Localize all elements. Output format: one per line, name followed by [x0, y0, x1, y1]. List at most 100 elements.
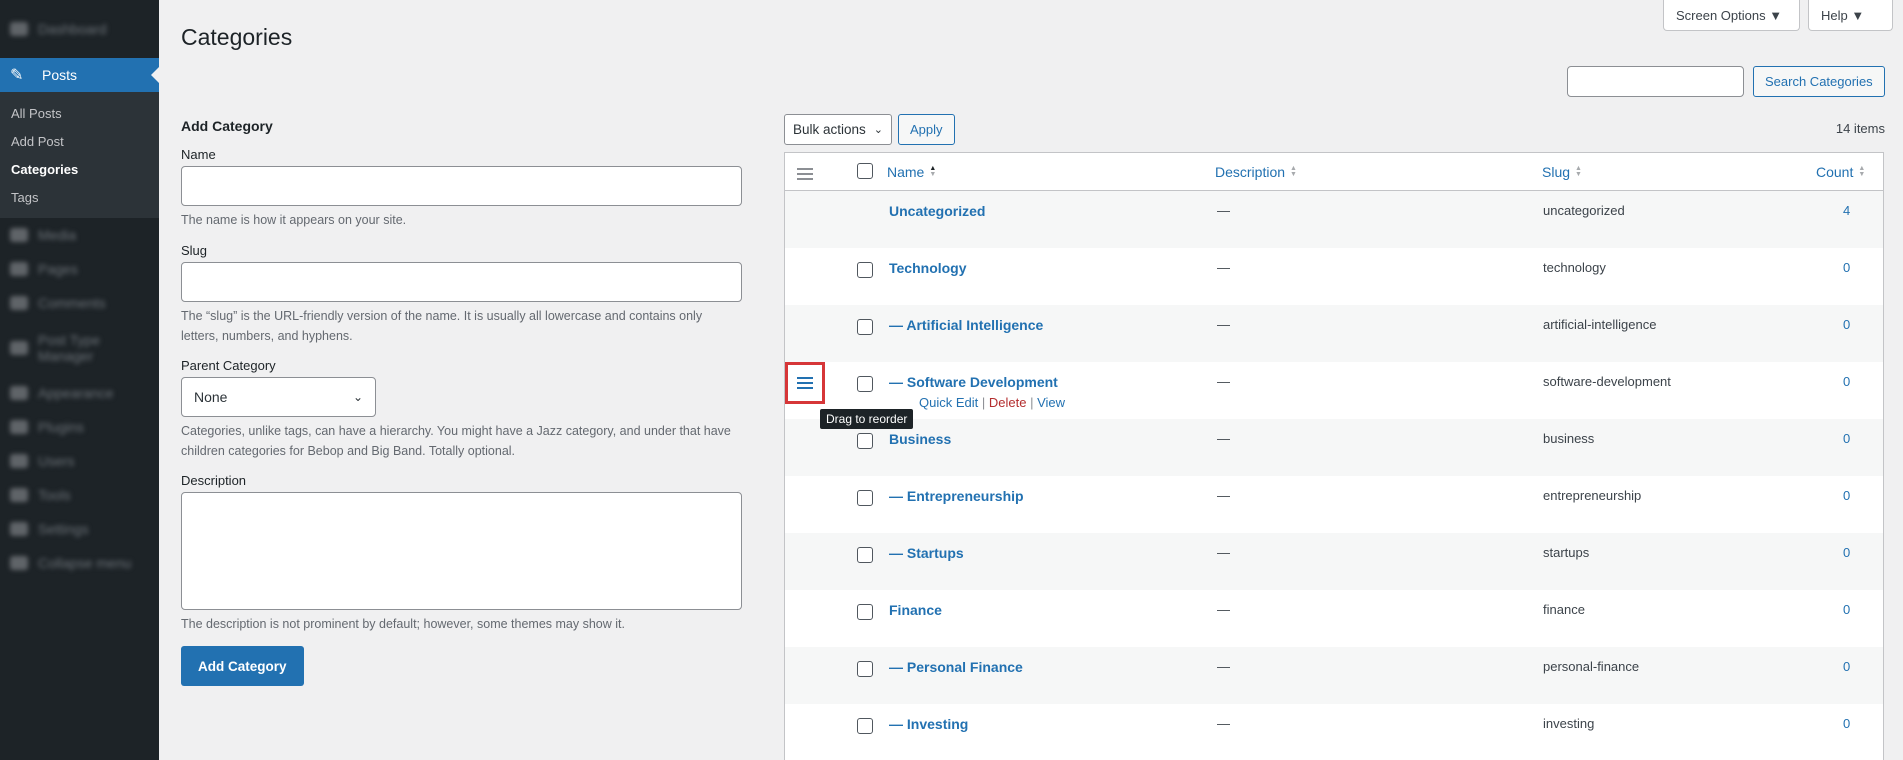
- category-count-link[interactable]: 0: [1843, 317, 1850, 332]
- menu-appearance[interactable]: Appearance: [0, 376, 159, 410]
- category-name-link[interactable]: — Entrepreneurship: [889, 488, 1024, 504]
- row-checkbox[interactable]: [857, 490, 873, 506]
- category-slug: personal-finance: [1543, 659, 1640, 674]
- category-name-link[interactable]: — Artificial Intelligence: [889, 317, 1043, 333]
- parent-help: Categories, unlike tags, can have a hier…: [181, 424, 731, 458]
- row-checkbox[interactable]: [857, 376, 873, 392]
- screen-options-button[interactable]: Screen Options ▼: [1663, 0, 1800, 31]
- menu-post-type-manager[interactable]: Post Type Manager: [0, 320, 159, 376]
- table-row: Uncategorized — uncategorized 4: [785, 191, 1883, 248]
- select-all-checkbox[interactable]: [857, 163, 873, 179]
- category-description: —: [1217, 488, 1230, 503]
- category-count-link[interactable]: 0: [1843, 716, 1850, 731]
- menu-label: Post Type Manager: [38, 332, 101, 364]
- add-category-button[interactable]: Add Category: [181, 646, 304, 686]
- menu-label: Collapse menu: [38, 555, 132, 571]
- category-name-link[interactable]: Business: [889, 431, 951, 447]
- name-field[interactable]: [181, 166, 742, 206]
- slug-help: The “slug” is the URL-friendly version o…: [181, 309, 703, 343]
- delete-link[interactable]: Delete: [989, 395, 1027, 410]
- menu-users[interactable]: Users: [0, 444, 159, 478]
- slug-field[interactable]: [181, 262, 742, 302]
- row-checkbox[interactable]: [857, 547, 873, 563]
- drag-to-reorder-handle[interactable]: [785, 362, 825, 404]
- category-description: —: [1217, 716, 1230, 731]
- menu-label: Media: [38, 227, 77, 243]
- search-categories-button[interactable]: Search Categories: [1753, 66, 1885, 97]
- submenu-add-post[interactable]: Add Post: [0, 128, 159, 156]
- category-count-link[interactable]: 0: [1843, 374, 1850, 389]
- description-label: Description: [181, 473, 247, 488]
- column-description[interactable]: Description ▲ ▼: [1215, 164, 1297, 180]
- sort-icon: ▲ ▼: [1858, 165, 1866, 178]
- table-row: — Investing — investing 0: [785, 704, 1883, 760]
- category-description: —: [1217, 659, 1230, 674]
- menu-posts[interactable]: ✎ Posts: [0, 58, 159, 92]
- category-description: —: [1217, 374, 1230, 389]
- menu-pages[interactable]: Pages: [0, 252, 159, 286]
- row-checkbox[interactable]: [857, 433, 873, 449]
- quick-edit-link[interactable]: Quick Edit: [919, 395, 978, 410]
- apply-button[interactable]: Apply: [898, 114, 955, 145]
- category-count-link[interactable]: 0: [1843, 602, 1850, 617]
- submenu-tags[interactable]: Tags: [0, 184, 159, 212]
- category-name-link[interactable]: Uncategorized: [889, 203, 985, 219]
- category-name-link[interactable]: — Personal Finance: [889, 659, 1023, 675]
- table-row: — Startups — startups 0: [785, 533, 1883, 590]
- category-count-link[interactable]: 0: [1843, 488, 1850, 503]
- posts-submenu: All Posts Add Post Categories Tags: [0, 92, 159, 218]
- row-checkbox[interactable]: [857, 262, 873, 278]
- column-name[interactable]: Name ▲ ▼: [887, 164, 936, 180]
- submenu-categories[interactable]: Categories: [0, 156, 159, 184]
- column-count[interactable]: Count ▲ ▼: [1816, 164, 1865, 180]
- category-count-link[interactable]: 0: [1843, 659, 1850, 674]
- category-description: —: [1217, 317, 1230, 332]
- category-name-link[interactable]: Finance: [889, 602, 942, 618]
- column-count-label: Count: [1816, 164, 1854, 180]
- category-slug: artificial-intelligence: [1543, 317, 1657, 332]
- column-description-label: Description: [1215, 164, 1286, 180]
- table-row: Technology — technology 0: [785, 248, 1883, 305]
- drag-handle-icon: [797, 168, 813, 183]
- menu-label: Tools: [38, 487, 71, 503]
- pushpin-icon: ✎: [10, 67, 24, 84]
- users-icon: [10, 454, 28, 468]
- row-action-separator: |: [1030, 395, 1034, 410]
- collapse-icon: [10, 556, 28, 570]
- category-name-link[interactable]: — Startups: [889, 545, 964, 561]
- category-count-link[interactable]: 4: [1843, 203, 1850, 218]
- view-link[interactable]: View: [1037, 395, 1065, 410]
- bulk-actions-select[interactable]: Bulk actions ⌄: [784, 114, 892, 145]
- menu-label: Settings: [38, 521, 89, 537]
- category-count-link[interactable]: 0: [1843, 431, 1850, 446]
- parent-select[interactable]: None ⌄: [181, 377, 376, 417]
- sort-icon: ▲ ▼: [1290, 165, 1297, 178]
- column-slug[interactable]: Slug ▲ ▼: [1542, 164, 1582, 180]
- category-count-link[interactable]: 0: [1843, 545, 1850, 560]
- help-button[interactable]: Help ▼: [1808, 0, 1893, 31]
- submenu-all-posts[interactable]: All Posts: [0, 100, 159, 128]
- row-checkbox[interactable]: [857, 718, 873, 734]
- menu-settings[interactable]: Settings: [0, 512, 159, 546]
- category-name-link[interactable]: — Software Development: [889, 374, 1058, 390]
- description-field[interactable]: [181, 492, 742, 610]
- categories-table: Name ▲ ▼ Description ▲ ▼ Slug ▲ ▼ Count ▲ ▼ Unca…: [784, 152, 1884, 760]
- menu-tools[interactable]: Tools: [0, 478, 159, 512]
- row-checkbox[interactable]: [857, 661, 873, 677]
- dashboard-icon: [10, 22, 28, 36]
- menu-collapse[interactable]: Collapse menu: [0, 546, 159, 580]
- menu-media[interactable]: Media: [0, 218, 159, 252]
- category-name-link[interactable]: — Investing: [889, 716, 968, 732]
- row-checkbox[interactable]: [857, 604, 873, 620]
- category-count-link[interactable]: 0: [1843, 260, 1850, 275]
- bulk-actions-value: Bulk actions: [793, 122, 866, 137]
- add-category-form: Add Category Name The name is how it app…: [181, 118, 743, 686]
- search-input[interactable]: [1567, 66, 1744, 97]
- menu-plugins[interactable]: Plugins: [0, 410, 159, 444]
- menu-posts-label: Posts: [42, 67, 78, 83]
- row-checkbox[interactable]: [857, 319, 873, 335]
- menu-comments[interactable]: Comments: [0, 286, 159, 320]
- column-slug-label: Slug: [1542, 164, 1571, 180]
- menu-dashboard[interactable]: Dashboard: [0, 12, 159, 46]
- category-name-link[interactable]: Technology: [889, 260, 967, 276]
